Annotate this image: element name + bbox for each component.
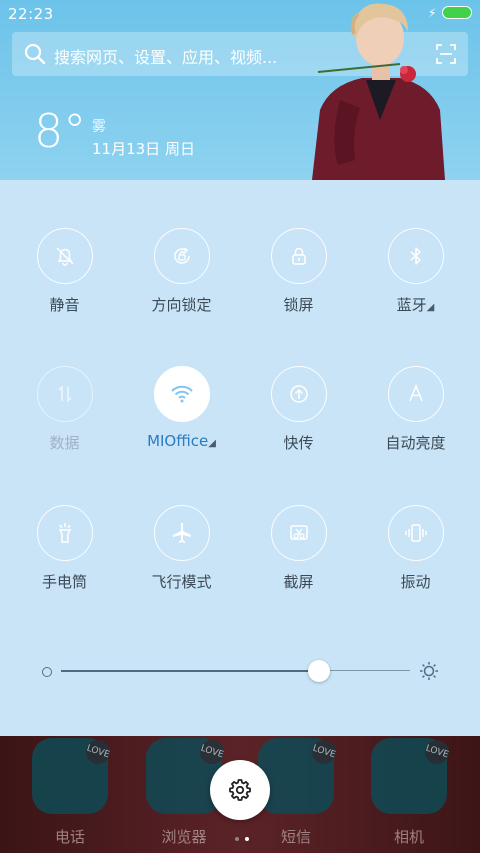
messages-icon[interactable]: LOVE [258,736,340,814]
notification-header: 22:23 ⚡ 搜索网页、设置、应用、视频... 8° 雾 11月13日 周日 [0,0,480,180]
rotation-lock-icon [173,247,190,264]
airplane-icon [172,523,191,543]
camera-icon[interactable]: LOVE [371,736,453,814]
dock-app-label: 电话 [54,828,85,846]
toggle-bluetooth[interactable]: 蓝牙◢ [357,228,474,315]
toggle-label: 静音 [49,296,80,314]
toggle-label: 截屏 [283,573,314,591]
lock-icon [291,247,306,265]
toggle-wifi-label-row: MIOffice◢ [123,432,240,450]
gear-icon [229,779,251,801]
theme-figure-image [312,3,445,180]
expand-arrow-icon[interactable]: ◢ [427,302,435,313]
mobile-data-icon [57,385,72,403]
bell-off-icon [55,247,74,266]
toggle-wifi-circle[interactable] [153,366,210,422]
dock-app-label: 短信 [280,828,311,846]
status-time: 22:23 [8,5,54,23]
toggle-label: 锁屏 [283,296,314,314]
toggle-lock-screen[interactable]: 锁屏 [240,228,357,315]
phone-icon[interactable]: LOVE [32,736,114,814]
love-badge: LOVE [196,736,228,768]
toggle-label: MIOffice [147,432,209,450]
toggle-label: 手电筒 [41,573,87,591]
toggle-lock-screen-circle[interactable] [270,228,327,284]
search-placeholder[interactable]: 搜索网页、设置、应用、视频... [54,44,277,68]
toggle-label: 振动 [400,573,431,591]
expand-arrow-icon[interactable]: ◢ [208,438,216,449]
love-badge: LOVE [82,736,114,768]
toggle-label: 快传 [283,434,314,452]
toggle-airplane-mode-circle[interactable] [153,505,210,561]
page-indicator [232,826,252,845]
wifi-icon [170,385,193,403]
brightness-low-icon [42,667,52,677]
brightness-slider[interactable] [40,660,440,684]
weather-temperature[interactable]: 8° [34,108,86,154]
toggle-auto-brightness-circle[interactable] [387,366,444,422]
toggle-label: 自动亮度 [385,434,446,452]
toggle-screenshot-circle[interactable] [270,505,327,561]
toggle-rotation-lock[interactable]: 方向锁定 [123,228,240,315]
brightness-high-icon [420,662,438,680]
toggle-label: 方向锁定 [151,296,212,314]
love-badge: LOVE [421,736,453,768]
toggle-auto-brightness[interactable]: 自动亮度 [357,366,474,453]
toggle-flashlight[interactable]: 手电筒 [6,505,123,592]
share-icon [289,385,308,403]
dock-app-camera[interactable]: LOVE 相机 [361,736,457,847]
toggle-flashlight-circle[interactable] [36,505,93,561]
toggle-rotation-lock-circle[interactable] [153,228,210,284]
toggle-silent[interactable]: 静音 [6,228,123,315]
search-icon [24,43,46,65]
toggle-quick-share-circle[interactable] [270,366,327,422]
toggle-mobile-data-circle[interactable] [36,366,93,422]
bluetooth-icon [410,247,421,265]
browser-icon[interactable]: LOVE [146,736,228,814]
toggle-bluetooth-circle[interactable] [387,228,444,284]
toggle-label: 蓝牙 [396,296,427,314]
toggle-label: 数据 [49,434,80,452]
toggle-bluetooth-label-row: 蓝牙◢ [357,294,474,315]
vibrate-icon [404,524,427,542]
toggle-wifi[interactable]: MIOffice◢ [123,366,240,450]
flashlight-icon [58,523,71,543]
dock-app-label: 相机 [393,828,424,846]
brightness-track-filled[interactable] [61,670,320,672]
auto-brightness-icon [408,383,423,402]
toggle-vibrate-circle[interactable] [387,505,444,561]
toggle-airplane-mode[interactable]: 飞行模式 [123,505,240,592]
toggle-vibrate[interactable]: 振动 [357,505,474,592]
dock-app-label: 浏览器 [161,828,207,846]
weather-date: 11月13日 周日 [92,140,195,158]
toggle-quick-share[interactable]: 快传 [240,366,357,453]
toggle-silent-circle[interactable] [36,228,93,284]
page-dot [235,837,239,841]
toggle-screenshot[interactable]: 截屏 [240,505,357,592]
toggle-mobile-data[interactable]: 数据 [6,366,123,453]
page-dot-active [245,837,249,841]
love-badge: LOVE [308,736,340,768]
screenshot-icon [289,525,308,540]
brightness-track-empty[interactable] [319,670,410,671]
settings-button[interactable] [210,760,270,820]
brightness-thumb[interactable] [308,660,331,682]
weather-condition: 雾 [92,119,106,135]
dock-app-phone[interactable]: LOVE 电话 [22,736,118,847]
toggle-label: 飞行模式 [151,573,212,591]
